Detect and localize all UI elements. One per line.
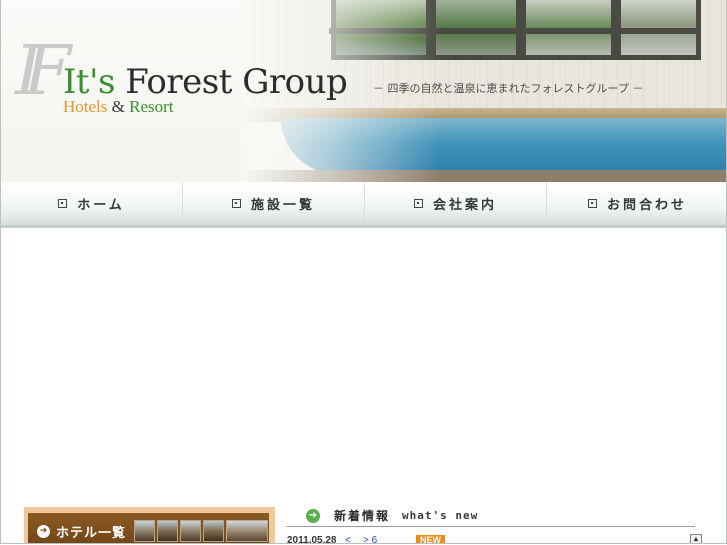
scroll-up-icon[interactable]: ▲: [690, 534, 702, 543]
nav-contact[interactable]: お問合わせ: [547, 182, 726, 225]
hotel-thumbnail: [226, 520, 269, 542]
arrow-right-icon: ➔: [37, 524, 50, 538]
hotel-thumbnail: [180, 520, 202, 542]
hotel-thumbnail: [134, 520, 156, 542]
news-divider: [287, 526, 695, 527]
news-title-jp: 新着情報: [334, 509, 391, 523]
logo-subtitle: Hotels & Resort: [63, 97, 174, 117]
news-date: 2011.05.28: [287, 535, 337, 544]
logo-its: It's: [63, 62, 115, 102]
logo-sub-amp: &: [111, 97, 125, 116]
hotel-thumbnails: [134, 520, 269, 542]
nav-label: 会社案内: [432, 198, 497, 213]
nav-label: 施設一覧: [250, 198, 315, 213]
hotel-list-banner[interactable]: ➔ ホテル一覧: [24, 507, 275, 543]
nav-company[interactable]: 会社案内: [365, 182, 547, 225]
nav-label: お問合わせ: [606, 198, 687, 213]
news-item: 2011.05.28 < > 6 NEW ▲: [287, 534, 707, 544]
hotel-list-label: ホテル一覧: [56, 525, 127, 541]
site-header: IF It's Forest Group Hotels & Resort － 四…: [1, 0, 726, 182]
news-title-en: what's new: [402, 509, 479, 522]
logo-sub-resort: Resort: [129, 97, 174, 116]
page-frame: IF It's Forest Group Hotels & Resort － 四…: [0, 0, 727, 544]
news-next-link[interactable]: > 6: [363, 535, 377, 543]
logo-name: Forest Group: [125, 62, 348, 102]
hotel-thumbnail: [203, 520, 225, 542]
nav-label: ホーム: [77, 198, 125, 213]
nav-bullet-icon: [587, 199, 597, 208]
hotel-list-inner: ➔ ホテル一覧: [28, 513, 269, 543]
nav-bullet-icon: [58, 199, 68, 208]
nav-home[interactable]: ホーム: [1, 182, 183, 225]
news-prev-link[interactable]: <: [345, 535, 351, 543]
arrow-right-icon: ➔: [306, 508, 320, 523]
nav-bullet-icon: [413, 199, 423, 208]
nav-bullet-icon: [231, 199, 241, 208]
hotel-thumbnail: [157, 520, 179, 542]
logo-sub-hotels: Hotels: [63, 97, 108, 116]
nav-facilities[interactable]: 施設一覧: [183, 182, 365, 225]
news-header: ➔ 新着情報 what's new: [306, 507, 478, 524]
main-nav: ホーム 施設一覧 会社案内 お問合わせ: [1, 182, 726, 228]
site-logo[interactable]: It's Forest Group: [63, 62, 348, 102]
new-badge: NEW: [416, 535, 445, 543]
tagline: － 四季の自然と温泉に恵まれたフォレストグループ －: [373, 82, 644, 95]
